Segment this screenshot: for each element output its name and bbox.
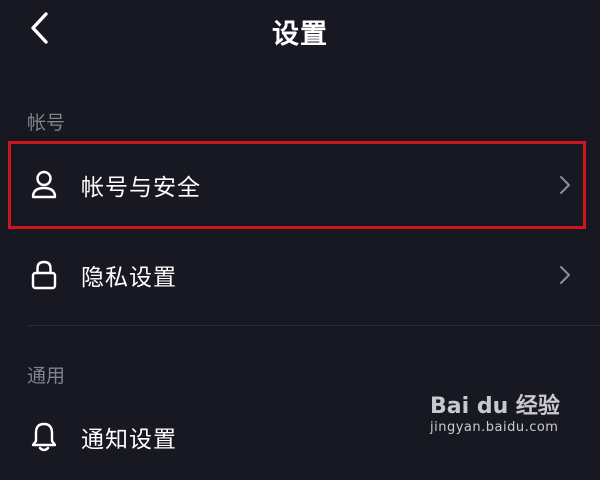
- row-label: 通知设置: [81, 427, 177, 453]
- section-divider: [27, 325, 600, 326]
- page-title: 设置: [272, 19, 328, 50]
- settings-screen: 设置 帐号 帐号与安全 隐私设置 通用 通知设置 Bai du 经验 jingy…: [0, 0, 600, 453]
- lock-icon: [28, 259, 60, 291]
- section-label-account: 帐号: [27, 112, 66, 134]
- settings-row-notifications[interactable]: 通知设置: [0, 394, 600, 480]
- chevron-right-icon: [558, 264, 572, 286]
- settings-row-account-security[interactable]: 帐号与安全: [0, 142, 600, 228]
- bell-icon: [28, 421, 60, 453]
- header-bar: 设置: [0, 0, 600, 64]
- row-label: 隐私设置: [81, 265, 177, 291]
- section-label-general: 通用: [27, 365, 66, 387]
- row-label: 帐号与安全: [81, 175, 201, 201]
- chevron-right-icon: [558, 174, 572, 196]
- settings-row-privacy[interactable]: 隐私设置: [0, 232, 600, 318]
- user-icon: [28, 169, 60, 201]
